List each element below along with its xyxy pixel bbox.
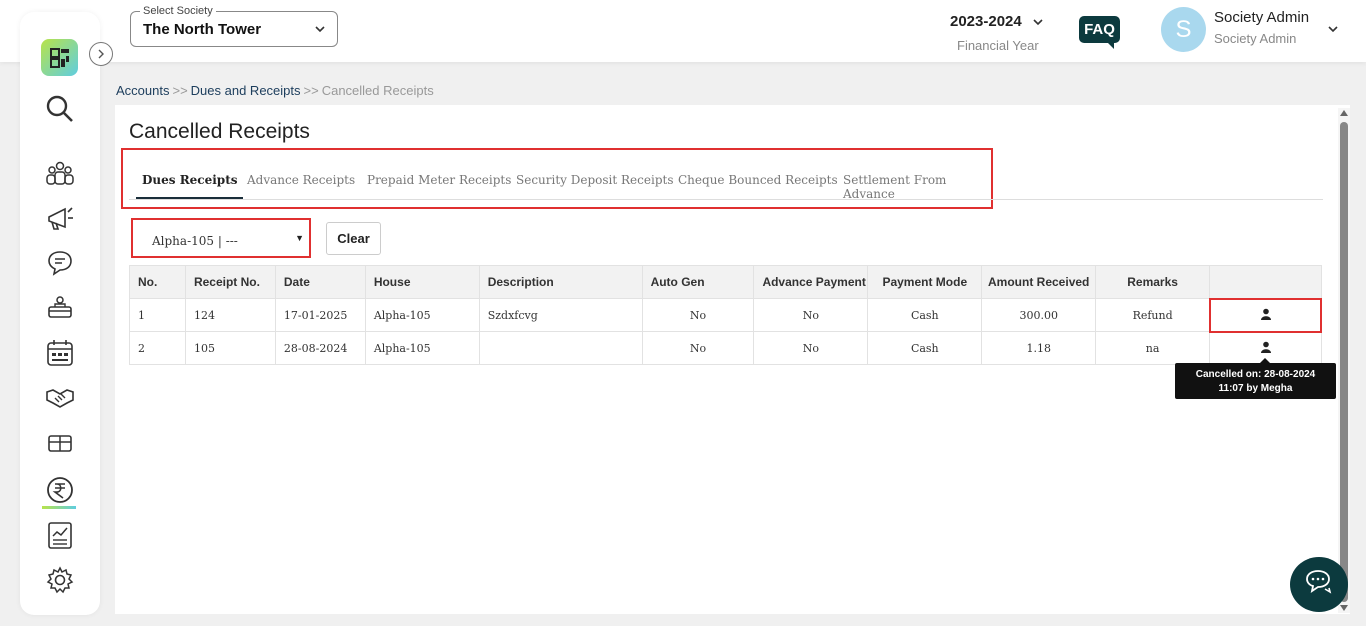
financial-year-label: Financial Year — [957, 38, 1039, 53]
financial-year-selector[interactable]: 2023-2024 Financial Year — [950, 13, 1050, 53]
cell-auto-gen: No — [641, 298, 755, 332]
cell-advance-payment: No — [753, 331, 869, 365]
col-action — [1209, 265, 1322, 299]
tooltip-line-2: 11:07 by Megha — [1218, 383, 1293, 394]
cell-payment-mode: Cash — [867, 298, 983, 332]
tooltip-line-1: Cancelled on: 28-08-2024 — [1195, 369, 1316, 380]
col-description: Description — [478, 265, 643, 299]
page-title: Cancelled Receipts — [129, 120, 310, 143]
tab-settlement-from-advance[interactable]: Settlement From Advance — [843, 173, 991, 201]
col-remarks: Remarks — [1095, 265, 1211, 299]
settings-icon[interactable] — [44, 564, 76, 596]
chevron-down-icon[interactable] — [1326, 22, 1340, 41]
tab-cheque-bounced-receipts[interactable]: Cheque Bounced Receipts — [678, 173, 838, 187]
report-icon[interactable] — [44, 519, 76, 551]
tab-security-deposit-receipts[interactable]: Security Deposit Receipts — [516, 173, 673, 187]
society-select-label: Select Society — [140, 5, 216, 17]
cancelled-receipts-table: No. Receipt No. Date House Description A… — [129, 265, 1323, 365]
breadcrumb: Accounts >> Dues and Receipts >> Cancelled R… — [116, 83, 434, 98]
rupee-icon[interactable] — [44, 474, 76, 506]
cell-auto-gen: No — [641, 331, 755, 365]
main-card: Cancelled Receipts Dues Receipts Advance… — [115, 105, 1350, 614]
cancellation-tooltip: Cancelled on: 28-08-2024 11:07 by Megha — [1175, 358, 1336, 399]
chat-icon[interactable] — [44, 247, 76, 279]
house-filter-select[interactable]: Alpha-105 | --- ▼ — [131, 218, 311, 258]
user-icon[interactable] — [1260, 341, 1272, 356]
scroll-up-arrow-icon[interactable] — [1340, 110, 1348, 116]
society-select-value: The North Tower — [143, 21, 262, 38]
cell-receipt-no: 124 — [184, 298, 276, 332]
top-header: Select Society The North Tower 2023-2024… — [0, 0, 1366, 62]
chat-support-button[interactable] — [1290, 557, 1348, 612]
avatar[interactable]: S — [1161, 7, 1206, 52]
table-row: 1 124 17-01-2025 Alpha-105 Szdxfcvg No N… — [129, 298, 1323, 333]
cell-receipt-no: 105 — [184, 331, 276, 365]
cell-remarks: Refund — [1095, 298, 1211, 332]
staff-icon[interactable] — [44, 292, 76, 324]
faq-button[interactable]: FAQ — [1079, 16, 1120, 49]
calendar-icon[interactable] — [44, 337, 76, 369]
breadcrumb-separator: >> — [303, 83, 319, 98]
breadcrumb-separator: >> — [172, 83, 188, 98]
cell-remarks: na — [1095, 331, 1211, 365]
col-house: House — [364, 265, 480, 299]
col-date: Date — [274, 265, 366, 299]
cell-description — [478, 331, 643, 365]
cell-date: 28-08-2024 — [274, 331, 366, 365]
tab-prepaid-meter-receipts[interactable]: Prepaid Meter Receipts — [367, 173, 511, 187]
society-select[interactable]: Select Society The North Tower — [130, 5, 338, 47]
cell-description: Szdxfcvg — [478, 298, 643, 332]
tab-advance-receipts[interactable]: Advance Receipts — [247, 173, 355, 187]
col-amount-received: Amount Received — [981, 265, 1097, 299]
vertical-scrollbar[interactable] — [1338, 108, 1350, 613]
search-icon[interactable] — [44, 93, 76, 125]
col-payment-mode: Payment Mode — [867, 265, 983, 299]
chevron-down-icon — [1032, 15, 1044, 33]
app-logo[interactable] — [41, 39, 78, 76]
scroll-down-arrow-icon[interactable] — [1340, 605, 1348, 611]
col-receipt-no: Receipt No. — [184, 265, 276, 299]
chevron-down-icon — [313, 22, 327, 41]
col-auto-gen: Auto Gen — [641, 265, 755, 299]
clear-button[interactable]: Clear — [326, 222, 381, 255]
cell-payment-mode: Cash — [867, 331, 983, 365]
user-name: Society Admin — [1214, 9, 1310, 26]
cell-amount: 300.00 — [981, 298, 1097, 332]
cell-advance-payment: No — [753, 298, 869, 332]
breadcrumb-current: Cancelled Receipts — [321, 83, 434, 98]
table-header-row: No. Receipt No. Date House Description A… — [129, 265, 1322, 299]
active-indicator — [42, 506, 76, 509]
cell-no: 2 — [129, 331, 186, 365]
sidebar — [20, 12, 113, 615]
cell-house: Alpha-105 — [364, 298, 480, 332]
announcement-icon[interactable] — [44, 202, 76, 234]
house-filter-value: Alpha-105 | --- — [152, 234, 238, 248]
table-row: 2 105 28-08-2024 Alpha-105 No No Cash 1.… — [129, 331, 1322, 365]
members-icon[interactable] — [44, 157, 76, 189]
breadcrumb-accounts[interactable]: Accounts — [116, 83, 169, 98]
cell-house: Alpha-105 — [364, 331, 480, 365]
col-advance-payment: Advance Payment — [753, 265, 869, 299]
sidebar-toggle-button[interactable] — [89, 42, 113, 66]
tab-dues-receipts[interactable]: Dues Receipts — [142, 173, 238, 187]
cell-date: 17-01-2025 — [274, 298, 366, 332]
cell-no: 1 — [129, 298, 186, 332]
user-role: Society Admin — [1214, 31, 1297, 46]
breadcrumb-dues-and-receipts[interactable]: Dues and Receipts — [191, 83, 301, 98]
col-no: No. — [129, 265, 186, 299]
amenity-icon[interactable] — [44, 427, 76, 459]
tabs-divider — [129, 199, 1323, 200]
caret-down-icon: ▼ — [295, 233, 304, 243]
handshake-icon[interactable] — [44, 381, 76, 413]
cell-amount: 1.18 — [981, 331, 1097, 365]
highlight-box — [1209, 298, 1323, 333]
cell-action — [1209, 298, 1323, 333]
scroll-thumb[interactable] — [1340, 122, 1348, 602]
chat-bubble-icon — [1304, 568, 1334, 601]
